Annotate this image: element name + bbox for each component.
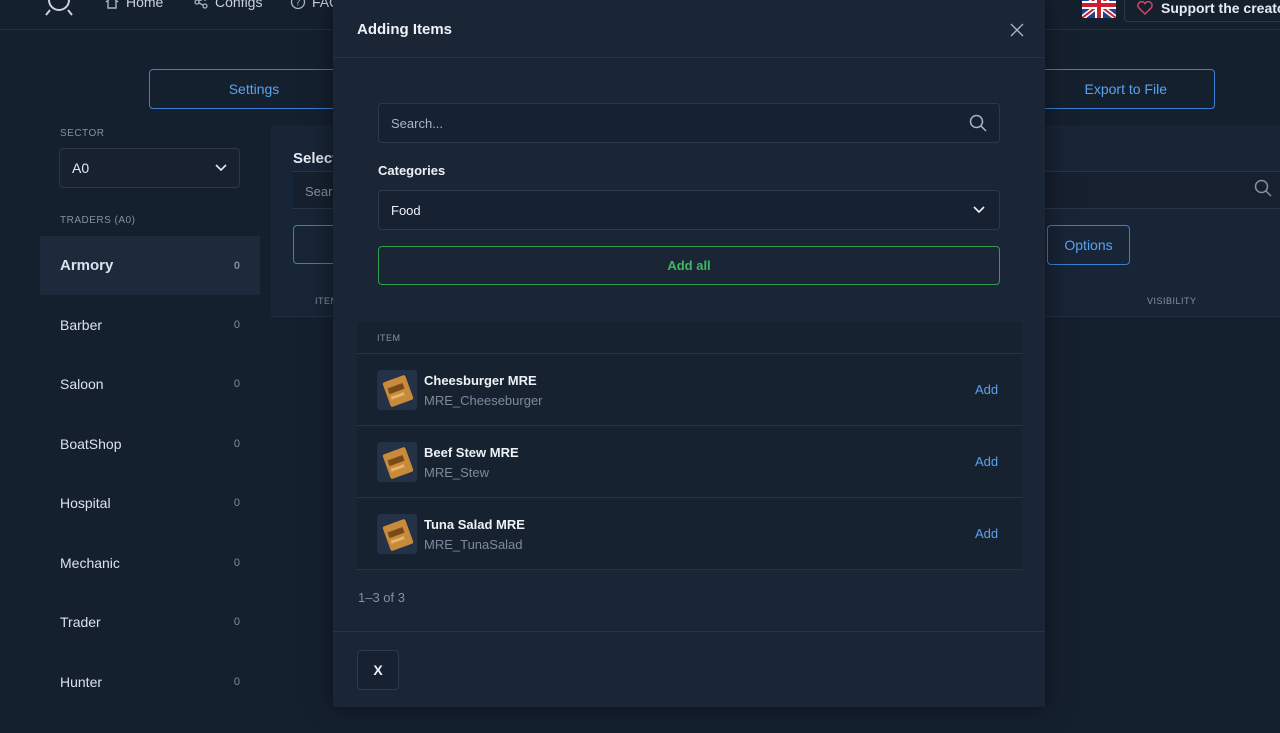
sector-select[interactable]: A0	[59, 148, 240, 188]
close-icon[interactable]	[1009, 22, 1025, 38]
item-name: Tuna Salad MRE	[424, 517, 525, 532]
mre-package-icon	[377, 370, 417, 410]
trader-name: Trader	[60, 613, 101, 630]
table-row: Tuna Salad MRE MRE_TunaSalad Add	[357, 498, 1022, 570]
support-creator-button[interactable]: Support the creator	[1124, 0, 1280, 22]
robot-logo-icon[interactable]	[44, 0, 74, 16]
item-search-field[interactable]	[378, 103, 1000, 143]
mre-package-icon	[377, 442, 417, 482]
nav-configs[interactable]: Configs	[193, 0, 262, 10]
trader-count: 0	[233, 496, 240, 509]
sector-value: A0	[72, 160, 90, 176]
trader-name: BoatShop	[60, 435, 122, 452]
trader-count: 0	[233, 318, 240, 331]
settings-label: Settings	[228, 81, 280, 97]
trader-name: Mechanic	[60, 554, 120, 571]
trader-item-barber[interactable]: Barber 0	[40, 295, 260, 354]
dialog-header: Adding Items	[333, 0, 1045, 58]
chevron-down-icon	[215, 164, 227, 172]
home-icon	[105, 0, 119, 9]
trader-count: 0	[233, 437, 240, 450]
trader-count: 0	[233, 675, 240, 688]
item-search-input[interactable]	[391, 115, 951, 131]
table-row: Cheesburger MRE MRE_Cheeseburger Add	[357, 354, 1022, 426]
trader-item-armory[interactable]: Armory 0	[40, 236, 260, 295]
add-item-button[interactable]: Add	[975, 454, 998, 469]
heart-icon	[1137, 0, 1153, 15]
trader-name: Armory	[60, 257, 114, 274]
svg-text:?: ?	[296, 0, 301, 9]
adding-items-dialog: Adding Items Categories Food Add all ITE…	[333, 0, 1045, 707]
item-code: MRE_Stew	[424, 465, 490, 480]
column-header-visibility: VISIBILITY	[1147, 296, 1197, 306]
add-item-button[interactable]: Add	[975, 526, 998, 541]
chevron-down-icon	[973, 206, 985, 214]
trader-name: Hunter	[60, 673, 103, 690]
categories-label: Categories	[378, 163, 446, 178]
table-row: Beef Stew MRE MRE_Stew Add	[357, 426, 1022, 498]
panel-select-title: Select	[293, 150, 338, 167]
trader-name: Barber	[60, 316, 103, 333]
search-icon	[1254, 179, 1272, 197]
nav-home-label: Home	[126, 0, 164, 10]
trader-count: 0	[233, 259, 240, 272]
traders-label: TRADERS (A0)	[60, 215, 136, 226]
trader-item-mechanic[interactable]: Mechanic 0	[40, 533, 260, 592]
column-header-item: ITEM	[357, 322, 1022, 354]
add-all-button[interactable]: Add all	[378, 246, 1000, 285]
category-select[interactable]: Food	[378, 190, 1000, 230]
close-dialog-label: X	[373, 662, 383, 678]
trader-item-hospital[interactable]: Hospital 0	[40, 473, 260, 532]
trader-name: Hospital	[60, 494, 111, 511]
options-button[interactable]: Options	[1047, 225, 1130, 265]
search-icon[interactable]	[969, 114, 987, 132]
help-icon: ?	[290, 0, 306, 10]
close-dialog-button[interactable]: X	[357, 650, 399, 690]
add-item-button[interactable]: Add	[975, 382, 998, 397]
options-label: Options	[1064, 237, 1113, 253]
trader-name: Saloon	[60, 375, 104, 392]
pagination-status: 1–3 of 3	[358, 590, 405, 605]
items-table: ITEM Cheesburger MRE MRE_Cheeseburger Ad…	[357, 322, 1022, 570]
item-name: Cheesburger MRE	[424, 373, 537, 388]
add-all-label: Add all	[667, 258, 711, 273]
trader-item-trader[interactable]: Trader 0	[40, 592, 260, 651]
share-icon	[194, 0, 208, 9]
nav-configs-label: Configs	[215, 0, 263, 10]
trader-count: 0	[233, 615, 240, 628]
nav-home[interactable]: Home	[104, 0, 163, 10]
support-label: Support the creator	[1161, 0, 1280, 16]
trader-item-hunter[interactable]: Hunter 0	[40, 652, 260, 711]
item-code: MRE_Cheeseburger	[424, 393, 543, 408]
trader-count: 0	[233, 377, 240, 390]
dialog-title: Adding Items	[357, 21, 453, 38]
mre-package-icon	[377, 514, 417, 554]
sector-label: SECTOR	[60, 128, 105, 139]
trader-item-boatshop[interactable]: BoatShop 0	[40, 414, 260, 473]
category-value: Food	[391, 202, 421, 218]
export-label: Export to File	[1084, 81, 1167, 97]
uk-flag-icon[interactable]	[1082, 0, 1116, 18]
trader-count: 0	[233, 556, 240, 569]
item-code: MRE_TunaSalad	[424, 537, 523, 552]
item-name: Beef Stew MRE	[424, 445, 519, 460]
settings-button[interactable]: Settings	[149, 69, 359, 109]
dialog-footer: X	[333, 631, 1045, 707]
trader-item-saloon[interactable]: Saloon 0	[40, 354, 260, 413]
